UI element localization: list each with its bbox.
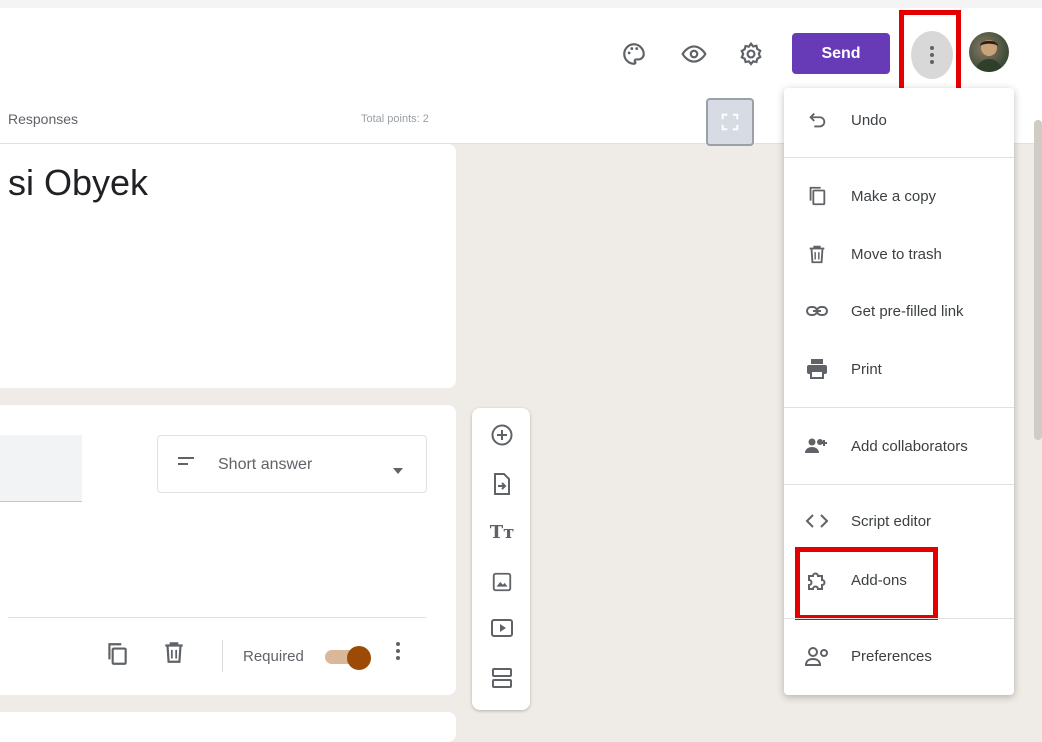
menu-divider bbox=[784, 407, 1014, 408]
question-type-label: Short answer bbox=[218, 456, 313, 473]
next-question-card bbox=[0, 712, 456, 742]
menu-item-undo[interactable]: Undo bbox=[851, 112, 887, 129]
menu-item-get-pre-filled-link[interactable]: Get pre-filled link bbox=[851, 303, 964, 320]
puzzle-icon bbox=[803, 566, 831, 594]
vertical-divider bbox=[222, 640, 223, 672]
gear-icon[interactable] bbox=[737, 40, 765, 68]
scrollbar[interactable] bbox=[1034, 120, 1042, 440]
menu-item-add-collaborators[interactable]: Add collaborators bbox=[851, 438, 968, 455]
question-input[interactable] bbox=[0, 435, 82, 502]
undo-icon bbox=[803, 106, 831, 134]
collaborators-icon bbox=[803, 432, 831, 460]
total-points: Total points: 2 bbox=[361, 113, 429, 125]
title-text-icon[interactable]: Tт bbox=[488, 518, 516, 546]
add-image-icon[interactable] bbox=[488, 568, 516, 596]
preferences-icon bbox=[803, 642, 831, 670]
add-video-icon[interactable] bbox=[488, 614, 516, 642]
menu-divider bbox=[784, 157, 1014, 158]
menu-item-print[interactable]: Print bbox=[851, 361, 882, 378]
required-label: Required bbox=[243, 648, 304, 665]
menu-item-move-to-trash[interactable]: Move to trash bbox=[851, 246, 942, 263]
form-title[interactable]: si Obyek bbox=[8, 162, 148, 204]
menu-item-script-editor[interactable]: Script editor bbox=[851, 513, 931, 530]
menu-item-preferences[interactable]: Preferences bbox=[851, 648, 932, 665]
print-icon bbox=[803, 355, 831, 383]
trash-icon bbox=[803, 240, 831, 268]
add-section-icon[interactable] bbox=[488, 664, 516, 692]
menu-item-add-ons[interactable]: Add-ons bbox=[851, 572, 907, 589]
menu-divider bbox=[784, 484, 1014, 485]
eye-icon[interactable] bbox=[680, 40, 708, 68]
required-toggle[interactable] bbox=[347, 646, 371, 670]
more-options-menu bbox=[784, 88, 1014, 695]
copy-icon bbox=[803, 182, 831, 210]
more-vert-icon bbox=[930, 46, 934, 64]
chevron-down-icon bbox=[393, 461, 403, 479]
send-button[interactable]: Send bbox=[792, 33, 890, 74]
menu-item-make-a-copy[interactable]: Make a copy bbox=[851, 188, 936, 205]
link-icon bbox=[803, 297, 831, 325]
menu-divider bbox=[784, 618, 1014, 619]
top-edge bbox=[0, 0, 1042, 8]
question-more-icon[interactable] bbox=[396, 642, 400, 660]
duplicate-icon[interactable] bbox=[103, 640, 131, 668]
code-icon bbox=[803, 507, 831, 535]
import-questions-icon[interactable] bbox=[488, 470, 516, 498]
short-text-icon bbox=[178, 455, 200, 469]
image-thumbnail bbox=[706, 98, 754, 146]
more-options-button[interactable] bbox=[911, 31, 953, 79]
avatar[interactable] bbox=[969, 32, 1009, 72]
tab-responses[interactable]: Responses bbox=[8, 111, 78, 127]
divider bbox=[8, 617, 426, 618]
trash-icon[interactable] bbox=[161, 638, 187, 666]
add-question-icon[interactable] bbox=[488, 421, 516, 449]
palette-icon[interactable] bbox=[620, 40, 648, 68]
